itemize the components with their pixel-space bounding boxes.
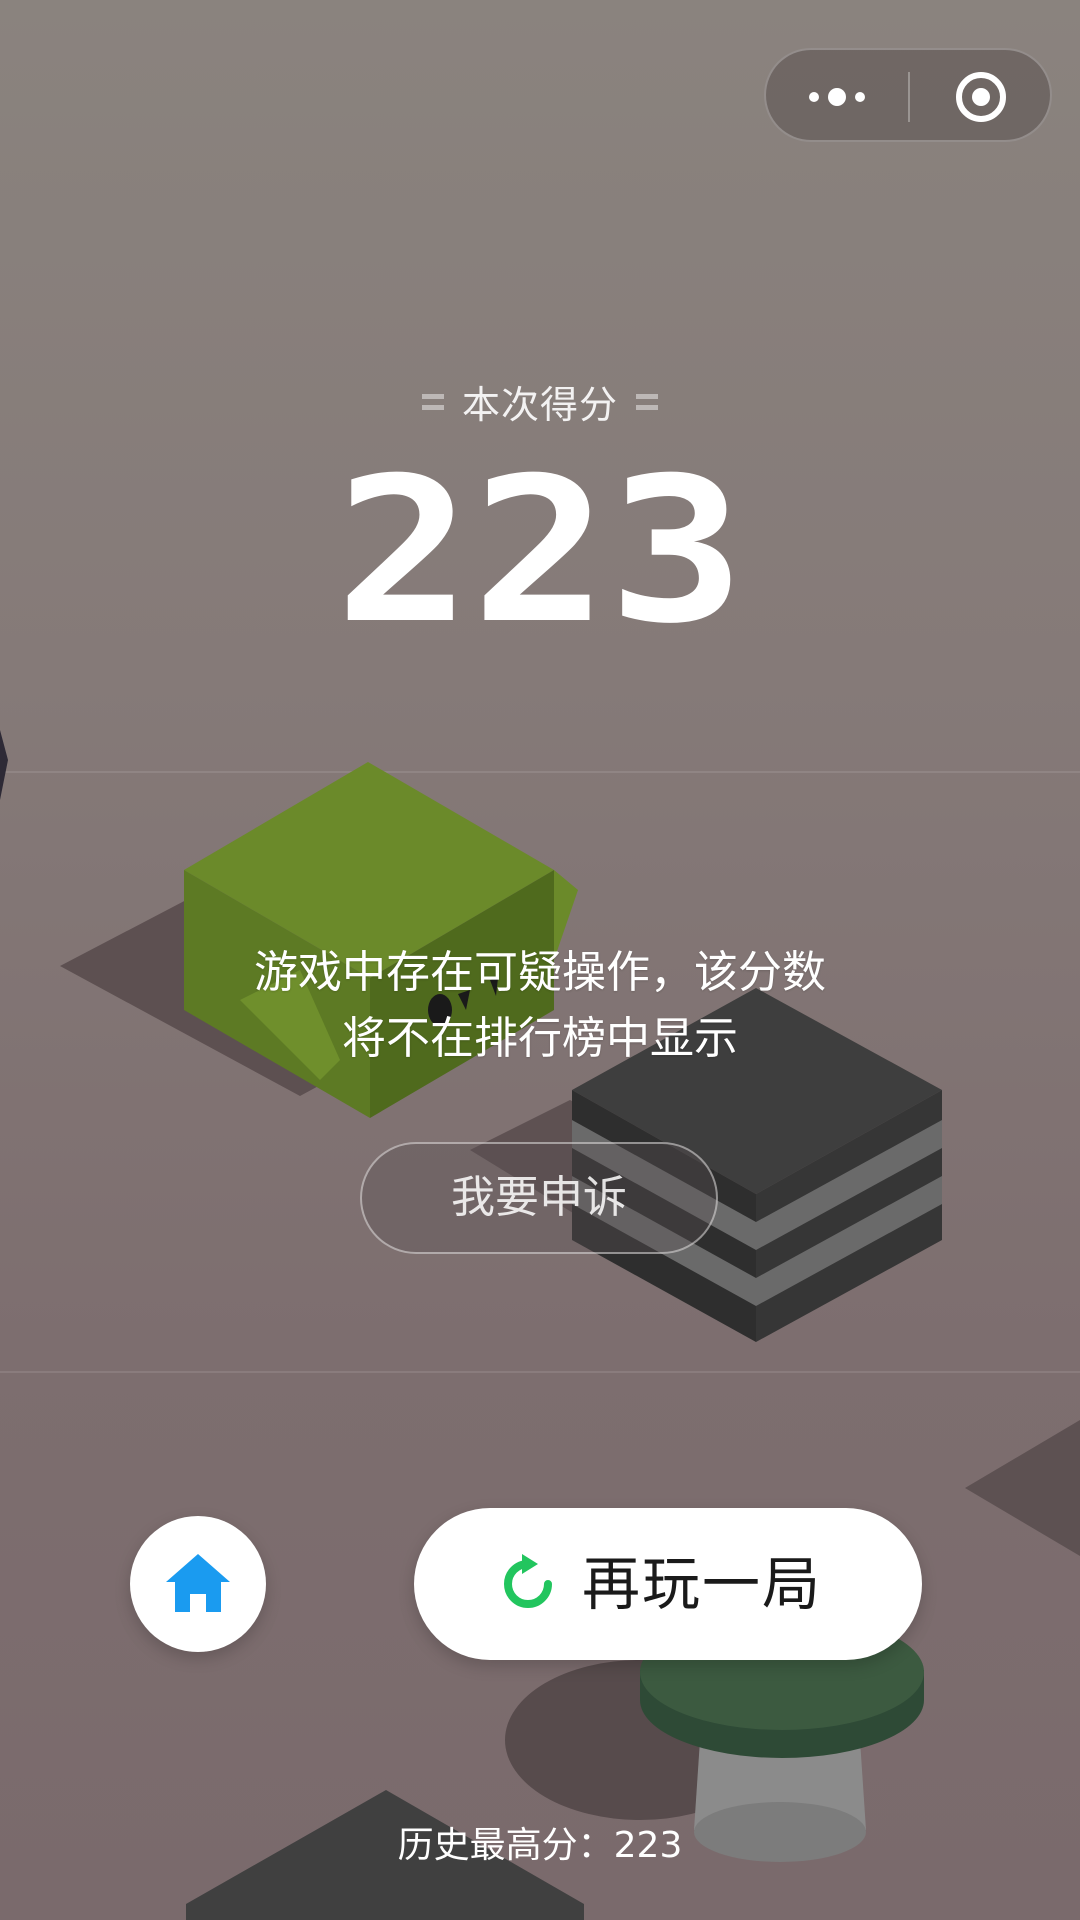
more-icon (809, 88, 865, 106)
score-value: 223 (335, 470, 745, 630)
decoration-right (636, 393, 658, 410)
score-label-row: 本次得分 (0, 374, 1080, 429)
mini-program-capsule (764, 48, 1052, 142)
home-icon (166, 1554, 230, 1612)
warning-line-1: 游戏中存在可疑操作，该分数 (254, 947, 826, 998)
close-button[interactable] (910, 50, 1052, 144)
decoration-left (421, 393, 444, 410)
replay-icon (504, 1554, 552, 1608)
edge-shadow (0, 730, 8, 800)
game-over-screen: 本次得分 223 游戏中存在可疑操作，该分数 将不在排行榜中显示 我要申诉 再玩… (0, 0, 1080, 1920)
more-button[interactable] (766, 50, 908, 144)
warning-line-2: 将不在排行榜中显示 (342, 1013, 738, 1064)
replay-button[interactable]: 再玩一局 (414, 1508, 922, 1660)
replay-label: 再玩一局 (582, 1550, 823, 1618)
svg-text:223: 223 (335, 470, 745, 630)
score-label: 本次得分 (461, 383, 618, 427)
home-button[interactable] (130, 1516, 266, 1652)
suspicious-warning: 游戏中存在可疑操作，该分数 将不在排行榜中显示 (0, 940, 1080, 1072)
best-score: 历史最高分：223 (397, 1825, 683, 1866)
appeal-button[interactable]: 我要申诉 (360, 1142, 718, 1254)
close-target-icon (956, 72, 1006, 122)
right-block-shadow (965, 1420, 1080, 1556)
